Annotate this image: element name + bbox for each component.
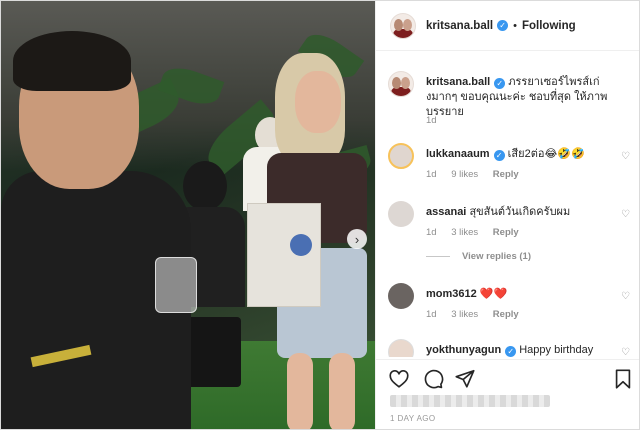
reply-button[interactable]: Reply: [493, 227, 519, 238]
view-replies-label: View replies (1): [462, 251, 531, 262]
comment-text: เสีย2ต่อ😂🤣🤣: [507, 148, 585, 160]
comment-likes[interactable]: 3 likes: [451, 309, 478, 320]
following-button[interactable]: Following: [522, 20, 576, 32]
verified-badge-icon: ✓: [493, 150, 505, 161]
comment-icon[interactable]: [422, 368, 444, 390]
comment-likes[interactable]: 3 likes: [451, 227, 478, 238]
comment-age: 1d: [426, 309, 437, 320]
bookmark-icon[interactable]: [612, 368, 634, 390]
author-avatar[interactable]: [388, 71, 414, 97]
comment-meta: 1d 9 likes Reply: [426, 169, 531, 180]
comment-text: ❤️❤️: [479, 288, 508, 300]
comment-username[interactable]: yokthunyagun: [426, 344, 501, 356]
comment-meta: 1d 3 likes Reply: [426, 309, 531, 320]
photo-man: [1, 31, 201, 429]
caption-username[interactable]: kritsana.ball: [426, 76, 490, 88]
share-icon[interactable]: [454, 368, 476, 390]
replies-divider: [426, 255, 450, 257]
photo-gift-box: [247, 203, 321, 307]
instagram-post-window: › kritsana.ball ✓ • Following kritsana.b…: [0, 0, 640, 430]
heart-icon[interactable]: ♡: [621, 151, 632, 162]
post-header: kritsana.ball ✓ • Following: [376, 1, 639, 51]
heart-icon[interactable]: [388, 368, 410, 390]
comment-text: Happy birthday: [519, 344, 594, 356]
comment-username[interactable]: mom3612: [426, 288, 477, 300]
verified-badge-icon: ✓: [497, 20, 509, 31]
caption-age: 1d: [426, 115, 437, 126]
heart-icon[interactable]: ♡: [621, 291, 632, 302]
next-photo-button[interactable]: ›: [347, 229, 367, 249]
post-actions-bar: [376, 359, 639, 395]
post-date: 1 DAY AGO: [390, 414, 436, 423]
header-separator: •: [513, 19, 517, 32]
commenter-avatar[interactable]: [388, 143, 414, 169]
heart-icon[interactable]: ♡: [621, 347, 632, 357]
comment-username[interactable]: lukkanaaum: [426, 148, 490, 160]
caption-meta: 1d: [426, 115, 449, 126]
comment-meta: 1d 3 likes Reply: [426, 227, 531, 238]
author-username[interactable]: kritsana.ball: [426, 20, 493, 32]
reply-button[interactable]: Reply: [493, 169, 519, 180]
reply-button[interactable]: Reply: [493, 309, 519, 320]
post-details-panel: kritsana.ball ✓ • Following kritsana.bal…: [375, 1, 639, 429]
likes-count-blurred: [390, 395, 550, 407]
view-replies-button[interactable]: View replies (1): [426, 251, 531, 262]
verified-badge-icon: ✓: [494, 78, 506, 89]
comment-likes[interactable]: 9 likes: [451, 169, 478, 180]
verified-badge-icon: ✓: [505, 346, 517, 357]
comments-list[interactable]: kritsana.ball ✓ ภรรยาเซอร์ไพรส์เก่งมากๆ ข…: [376, 63, 639, 357]
author-avatar[interactable]: [390, 12, 416, 39]
commenter-avatar[interactable]: [388, 283, 414, 309]
comment-text: สุขสันต์วันเกิดครับผม: [469, 206, 571, 218]
commenter-avatar[interactable]: [388, 339, 414, 357]
comment-age: 1d: [426, 227, 437, 238]
commenter-avatar[interactable]: [388, 201, 414, 227]
post-photo[interactable]: ›: [1, 1, 375, 429]
photo-glass: [155, 257, 197, 313]
comment-username[interactable]: assanai: [426, 206, 466, 218]
comment-age: 1d: [426, 169, 437, 180]
chevron-right-icon: ›: [354, 231, 360, 247]
heart-icon[interactable]: ♡: [621, 209, 632, 220]
